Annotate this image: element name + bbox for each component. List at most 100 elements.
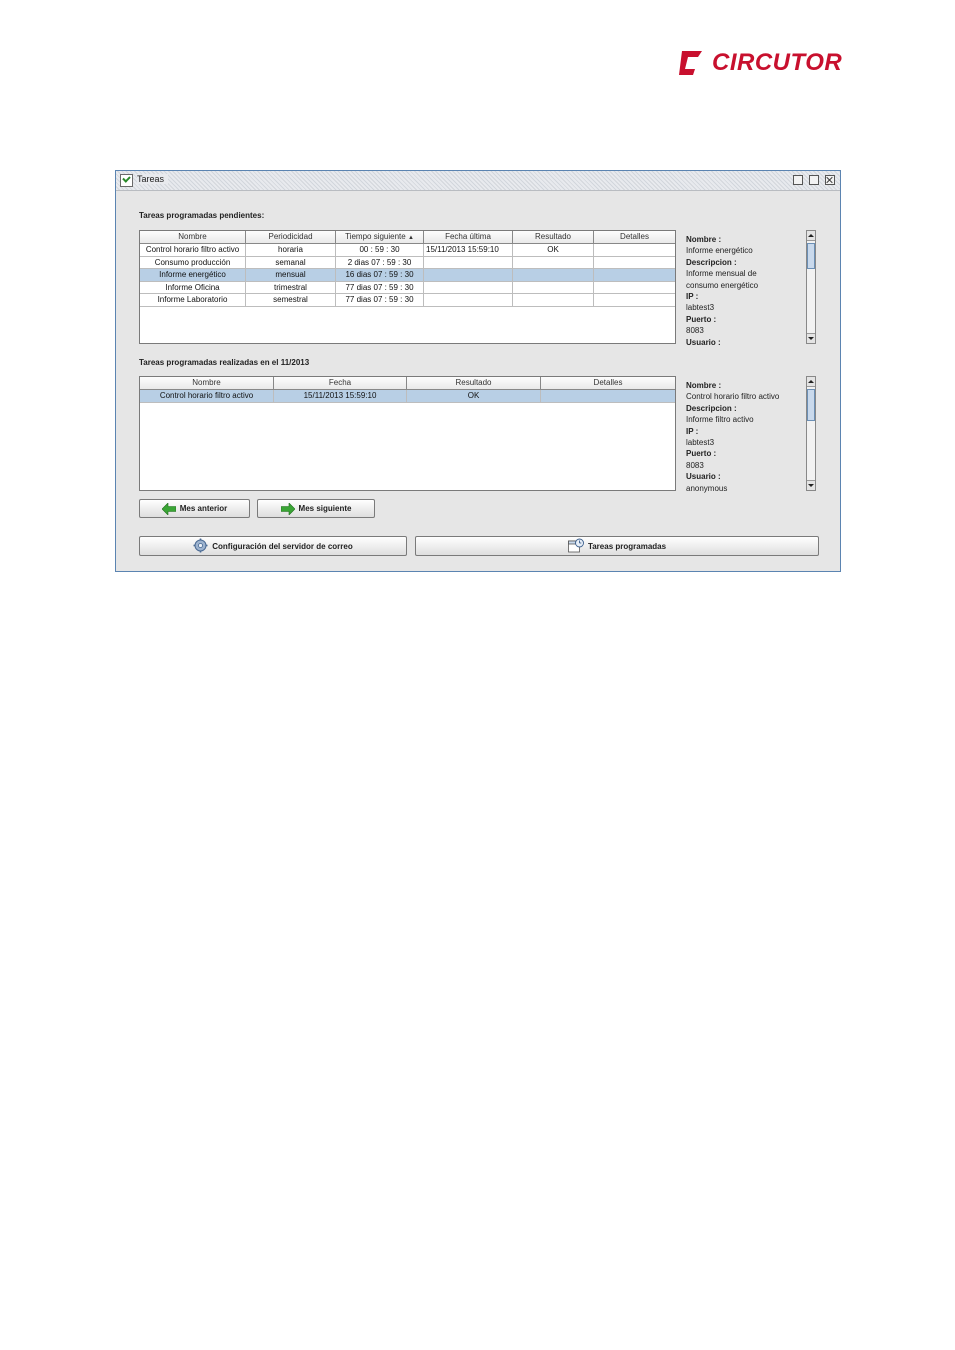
details-label-usuario: Usuario : xyxy=(686,472,721,482)
circutor-logo: CIRCUTOR xyxy=(676,47,848,81)
column-header[interactable]: Periodicidad xyxy=(246,231,336,243)
scroll-down-icon[interactable] xyxy=(807,480,815,490)
cell-nombre: Consumo producción xyxy=(140,256,246,268)
close-button[interactable] xyxy=(825,175,835,185)
details-label-ip: IP : xyxy=(686,426,699,436)
done-details-scrollbar[interactable] xyxy=(806,376,816,491)
column-header-label: Tiempo siguiente xyxy=(345,232,406,241)
details-label-descripcion: Descripcion : xyxy=(686,403,737,413)
table-row[interactable]: Control horario filtro activo horaria 00… xyxy=(140,244,675,257)
column-header[interactable]: Resultado xyxy=(513,231,594,243)
calendar-clock-icon xyxy=(568,538,584,555)
circutor-logo-icon xyxy=(679,51,702,75)
sort-ascending-icon: ▲ xyxy=(407,235,414,241)
details-label-nombre: Nombre : xyxy=(686,381,722,390)
arrow-right-icon xyxy=(280,502,295,515)
cell-detalles xyxy=(594,294,675,306)
pending-tasks-table[interactable]: Nombre Periodicidad Tiempo siguiente ▲ F… xyxy=(139,230,676,344)
mail-server-config-button[interactable]: Configuración del servidor de correo xyxy=(139,536,407,556)
table-row[interactable]: Informe Laboratorio semestral 77 dias 07… xyxy=(140,294,675,307)
cell-detalles xyxy=(594,244,675,256)
pending-details-scrollbar[interactable] xyxy=(806,230,816,344)
brand-name: CIRCUTOR xyxy=(712,49,843,76)
maximize-button[interactable] xyxy=(809,175,819,185)
pending-details-panel: Nombre : Informe energético Descripcion … xyxy=(686,234,804,348)
cell-nombre: Informe energético xyxy=(140,269,246,281)
column-header[interactable]: Fecha xyxy=(274,377,407,389)
cell-nombre: Control horario filtro activo xyxy=(140,244,246,256)
table-row-selected[interactable]: Control horario filtro activo 15/11/2013… xyxy=(140,390,675,403)
column-header-sorted[interactable]: Tiempo siguiente ▲ xyxy=(336,231,424,243)
cell-nombre: Control horario filtro activo xyxy=(140,390,274,402)
arrow-left-icon xyxy=(161,502,176,515)
cell-tiempo: 77 dias 07 : 59 : 30 xyxy=(336,281,424,293)
scroll-up-icon[interactable] xyxy=(807,377,815,387)
column-header[interactable]: Detalles xyxy=(594,231,675,243)
table-row[interactable]: Informe Oficina trimestral 77 dias 07 : … xyxy=(140,281,675,294)
details-label-nombre: Nombre : xyxy=(686,235,722,244)
done-tasks-table[interactable]: Nombre Fecha Resultado Detalles Control … xyxy=(139,376,676,491)
details-label-descripcion: Descripcion : xyxy=(686,257,737,267)
details-value-nombre: Control horario filtro activo xyxy=(686,392,780,402)
cell-fecha xyxy=(424,281,513,293)
cell-periodicidad: semanal xyxy=(246,256,336,268)
cell-tiempo: 00 : 59 : 30 xyxy=(336,244,424,256)
done-section-label: Tareas programadas realizadas en el 11/2… xyxy=(139,358,310,367)
details-value-puerto: 8083 xyxy=(686,460,704,470)
details-label-puerto: Puerto : xyxy=(686,449,717,459)
scheduled-tasks-button[interactable]: Tareas programadas xyxy=(415,536,819,556)
column-header[interactable]: Nombre xyxy=(140,377,274,389)
minimize-button[interactable] xyxy=(793,175,803,185)
scroll-down-icon[interactable] xyxy=(807,333,815,343)
cell-fecha xyxy=(424,269,513,281)
window-titlebar[interactable]: Tareas xyxy=(116,171,840,191)
gear-icon xyxy=(193,538,208,555)
cell-nombre: Informe Laboratorio xyxy=(140,294,246,306)
previous-month-button[interactable]: Mes anterior xyxy=(139,499,250,518)
cell-periodicidad: semestral xyxy=(246,294,336,306)
column-header[interactable]: Fecha última xyxy=(424,231,513,243)
next-month-label: Mes siguiente xyxy=(298,504,352,513)
details-value-ip: labtest3 xyxy=(686,303,715,313)
cell-detalles xyxy=(594,269,675,281)
details-label-usuario: Usuario : xyxy=(686,337,721,347)
cell-nombre: Informe Oficina xyxy=(140,281,246,293)
details-value-nombre: Informe energético xyxy=(686,246,753,256)
table-row-selected[interactable]: Informe energético mensual 16 dias 07 : … xyxy=(140,269,675,282)
done-details-panel: Nombre : Control horario filtro activo D… xyxy=(686,380,804,494)
cell-resultado: OK xyxy=(513,244,594,256)
scheduled-tasks-label: Tareas programadas xyxy=(587,541,667,551)
cell-periodicidad: trimestral xyxy=(246,281,336,293)
scroll-thumb[interactable] xyxy=(807,389,815,421)
details-value-usuario: anonymous xyxy=(686,483,728,493)
window-title: Tareas xyxy=(137,174,169,184)
scroll-up-icon[interactable] xyxy=(807,231,815,241)
details-value-descripcion: Informe filtro activo xyxy=(686,415,754,425)
cell-detalles xyxy=(594,282,675,294)
pending-section-label: Tareas programadas pendientes: xyxy=(139,211,265,220)
details-label-ip: IP : xyxy=(686,292,699,302)
cell-detalles xyxy=(594,257,675,269)
details-value-ip: labtest3 xyxy=(686,438,715,448)
column-header[interactable]: Nombre xyxy=(140,231,246,243)
column-header[interactable]: Resultado xyxy=(407,377,541,389)
next-month-button[interactable]: Mes siguiente xyxy=(257,499,375,518)
cell-fecha xyxy=(424,256,513,268)
column-header[interactable]: Detalles xyxy=(541,377,675,389)
details-label-puerto: Puerto : xyxy=(686,314,717,324)
cell-fecha: 15/11/2013 15:59:10 xyxy=(274,390,407,402)
scroll-thumb[interactable] xyxy=(807,243,815,269)
pending-rows: Control horario filtro activo horaria 00… xyxy=(140,244,675,307)
cell-resultado xyxy=(513,294,594,306)
mail-server-config-label: Configuración del servidor de correo xyxy=(212,541,353,551)
tasks-icon xyxy=(120,174,133,187)
previous-month-label: Mes anterior xyxy=(179,504,228,513)
cell-resultado xyxy=(513,256,594,268)
details-value-descripcion: consumo energético xyxy=(686,280,759,290)
details-value-puerto: 8083 xyxy=(686,326,704,336)
cell-detalles xyxy=(541,390,675,402)
cell-tiempo: 2 dias 07 : 59 : 30 xyxy=(336,256,424,268)
table-row[interactable]: Consumo producción semanal 2 dias 07 : 5… xyxy=(140,256,675,269)
table-header: Nombre Fecha Resultado Detalles xyxy=(140,377,675,390)
cell-periodicidad: mensual xyxy=(246,269,336,281)
